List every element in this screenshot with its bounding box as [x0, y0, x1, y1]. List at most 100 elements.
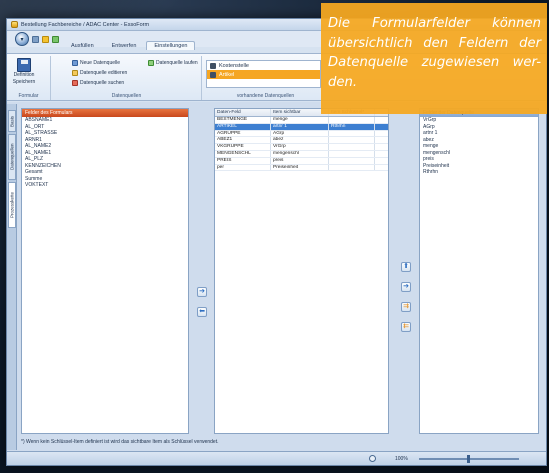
edit-datasource-label: Datenquelle editieren: [80, 70, 128, 76]
cell-field: MENGENSCHL: [215, 150, 271, 157]
save-icon[interactable]: [32, 35, 39, 43]
edit-datasource-icon: [72, 70, 78, 76]
existing-datasource-list: Kostenstelle Artikel: [206, 60, 321, 88]
move-left-button[interactable]: ⬅: [197, 307, 207, 317]
cell-visible[interactable]: AGrp: [271, 130, 329, 137]
cell-visible[interactable]: VrGrp: [271, 144, 329, 150]
new-datasource-label: Neue Datenquelle: [80, 60, 121, 66]
group-datenquellen: Neue Datenquelle Datenquelle editieren D…: [52, 56, 202, 100]
cell-field: ABEZ1: [215, 137, 271, 144]
zoom-level: 100%: [395, 456, 408, 462]
tab-einstellungen[interactable]: Einstellungen: [146, 41, 196, 50]
table-row[interactable]: per Preiseinheit: [215, 164, 388, 172]
cell-field: ARTIKEL: [215, 123, 271, 130]
cell-field: AGRUPPE: [215, 130, 271, 137]
save-definition-label-2: Speichern: [12, 78, 36, 85]
cell-key[interactable]: [329, 150, 375, 157]
list-item[interactable]: VOKTEXT: [22, 182, 188, 189]
window-title: Bestellung Fachbereiche / ADAC Center - …: [21, 21, 150, 28]
table-row[interactable]: MENGENSCHL mengenschl: [215, 150, 388, 158]
table-icon: [210, 62, 216, 69]
datasource-item-label: Kostenstelle: [219, 62, 249, 69]
cell-visible[interactable]: mengenschl: [271, 150, 329, 157]
group-formular: Definition Speichern Formular: [7, 56, 51, 100]
datasource-item-kostenstelle[interactable]: Kostenstelle: [207, 61, 320, 70]
side-tab-datenquellen[interactable]: Datenquellen: [8, 134, 16, 180]
edit-datasource-button[interactable]: Datenquelle editieren: [72, 70, 127, 76]
side-tab-basis[interactable]: Basis: [8, 110, 16, 132]
zoom-slider-thumb[interactable]: [467, 455, 470, 463]
form-fields-list: ABSNAME1 AL_ORT AL_STRASSE ARNR1 AL_NAME…: [22, 117, 188, 189]
zoom-slider[interactable]: [419, 455, 519, 463]
list-item[interactable]: Rthrhn: [420, 169, 538, 176]
datasource-item-label: Artikel: [219, 71, 235, 78]
save-definition-button[interactable]: Definition Speichern: [10, 58, 38, 91]
cell-key[interactable]: [329, 117, 375, 123]
search-datasource-label: Datenquelle suchen: [80, 80, 125, 86]
floppy-disk-icon: [17, 58, 31, 72]
cell-field: per: [215, 164, 271, 171]
group-label-formular: Formular: [18, 93, 39, 99]
new-datasource-button[interactable]: Neue Datenquelle: [72, 60, 120, 66]
datasource-fields-panel: Felder der Datenquelle VrGrp AGrp artnr …: [419, 108, 539, 434]
move-right-button[interactable]: ➔: [197, 287, 207, 297]
table-row[interactable]: AGRUPPE AGrp: [215, 130, 388, 138]
cell-key[interactable]: [329, 164, 375, 171]
group-existing-datasources: Kostenstelle Artikel vorhandene Datenque…: [203, 56, 328, 100]
cell-visible[interactable]: preis: [271, 157, 329, 164]
assign-all-button[interactable]: ⇉: [401, 302, 411, 312]
arrow-right-icon: ➔: [403, 283, 409, 290]
cell-key[interactable]: Rthrhn: [329, 123, 375, 130]
double-arrow-icon: ⇉: [403, 303, 409, 310]
table-row[interactable]: ABEZ1 abez: [215, 137, 388, 145]
cell-key[interactable]: [329, 144, 375, 150]
search-datasource-button[interactable]: Datenquelle suchen: [72, 80, 124, 86]
table-icon: [210, 71, 216, 78]
table-row[interactable]: PREIS preis: [215, 157, 388, 165]
new-datasource-icon: [72, 60, 78, 66]
arrow-left-icon: ⬅: [199, 308, 205, 315]
main-content: Basis Datenquellen Prozesskette Felder d…: [7, 102, 546, 452]
table-row[interactable]: VKGRUPPE VrGrp: [215, 144, 388, 151]
move-up-button[interactable]: ⬆: [401, 262, 411, 272]
datasource-fields-list: VrGrp AGrp artnr 1 abez menge mengenschl…: [420, 117, 538, 176]
linked-datasource-button[interactable]: Datenquelle laufen: [148, 60, 198, 66]
table-row[interactable]: BESTMENGE menge: [215, 117, 388, 124]
application-menu-button[interactable]: ▾: [15, 32, 29, 46]
form-fields-panel: Felder des Formulars ABSNAME1 AL_ORT AL_…: [21, 108, 189, 434]
cell-visible[interactable]: Preiseinheit: [271, 164, 329, 171]
tab-ausfuellen[interactable]: Ausfüllen: [63, 41, 102, 50]
linked-datasource-label: Datenquelle laufen: [156, 60, 198, 66]
cell-visible[interactable]: artnr 1: [271, 123, 329, 130]
mapping-grid: Daten-Feld Item sichtbar Item Schlüssel*…: [214, 108, 389, 434]
remove-all-button[interactable]: ⇇: [401, 322, 411, 332]
arrow-up-icon: ⬆: [403, 263, 409, 270]
ribbon-tabs: Ausfüllen Entwerfen Einstellungen: [63, 41, 196, 50]
table-row-selected[interactable]: ARTIKEL artnr 1 Rthrhn: [215, 123, 388, 131]
group-label-existing: vorhandene Datenquellen: [236, 93, 295, 99]
column-header-field[interactable]: Daten-Feld: [215, 109, 271, 116]
cell-field: PREIS: [215, 157, 271, 164]
footnote: *) Wenn kein Schlüssel-Item definiert is…: [21, 439, 219, 445]
cell-visible[interactable]: menge: [271, 117, 329, 123]
refresh-icon[interactable]: [52, 35, 59, 43]
cell-visible[interactable]: abez: [271, 137, 329, 144]
app-icon: [11, 21, 18, 28]
side-tab-prozesskette[interactable]: Prozesskette: [8, 182, 16, 228]
cell-key[interactable]: [329, 137, 375, 144]
tab-entwerfen[interactable]: Entwerfen: [104, 41, 145, 50]
cell-key[interactable]: [329, 157, 375, 164]
form-fields-header: Felder des Formulars: [22, 109, 188, 117]
cell-key[interactable]: [329, 130, 375, 137]
assign-right-button[interactable]: ➔: [401, 282, 411, 292]
favorite-icon[interactable]: [42, 35, 49, 43]
search-datasource-icon: [72, 80, 78, 86]
callout-text: Die Formularfelder können übersichtlich …: [328, 16, 541, 90]
cell-field: BESTMENGE: [215, 117, 271, 123]
cell-field: VKGRUPPE: [215, 144, 271, 150]
zoom-icon[interactable]: [369, 455, 376, 462]
save-definition-label-1: Definition: [13, 72, 35, 78]
datasource-item-artikel[interactable]: Artikel: [207, 70, 320, 79]
arrow-right-icon: ➔: [199, 288, 205, 295]
callout-box: Die Formularfelder können übersichtlich …: [321, 3, 547, 114]
